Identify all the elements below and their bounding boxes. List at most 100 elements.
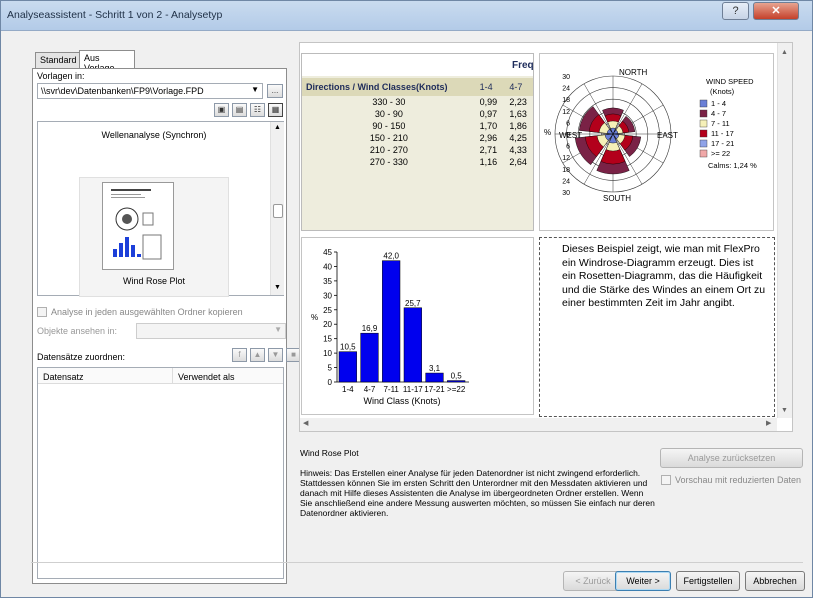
row-direction: 330 - 30 <box>372 97 406 107</box>
south-label: SOUTH <box>603 194 631 203</box>
bar-value-label: 3,1 <box>429 364 441 373</box>
legend-swatch <box>699 129 708 138</box>
chevron-down-icon: ▼ <box>251 85 259 94</box>
row-value-1: 0,99 <box>479 97 498 107</box>
table-row: 330 - 30 0,99 2,23 <box>302 96 533 108</box>
back-button[interactable]: < Zurück <box>563 571 623 591</box>
small-icons-view-icon[interactable]: ▤ <box>232 103 247 117</box>
window-title: Analyseassistent - Schritt 1 von 2 - Ana… <box>7 9 223 21</box>
formula-icon[interactable]: f <box>232 348 247 362</box>
legend-label: 17 - 21 <box>711 139 734 148</box>
row-value-2: 4,33 <box>509 145 527 155</box>
copy-label: Analyse in jeden ausgewählten Ordner kop… <box>51 307 243 317</box>
y-tick-label: 15 <box>323 335 332 344</box>
templates-path-select[interactable]: \\svr\dev\Datenbanken\FP9\Vorlage.FPD ▼ <box>37 83 263 99</box>
tab-aus-vorlage[interactable]: Aus Vorlage <box>79 50 135 73</box>
tab-standard[interactable]: Standard <box>35 52 80 68</box>
next-button[interactable]: Weiter > <box>615 571 671 591</box>
preview-reduced-checkbox[interactable] <box>661 475 671 485</box>
rose-tick-label: 6 <box>566 144 570 151</box>
description-text: Dieses Beispiel zeigt, wie man mit FlexP… <box>562 243 766 309</box>
bar <box>382 260 401 383</box>
column-header-verwendet-als[interactable]: Verwendet als <box>178 372 235 382</box>
scroll-left-icon[interactable]: ◀ <box>303 419 308 427</box>
rose-tick-label: 12 <box>562 155 570 162</box>
finish-button[interactable]: Fertigstellen <box>676 571 740 591</box>
browse-button[interactable]: ... <box>267 84 283 98</box>
description-panel: Dieses Beispiel zeigt, wie man mit FlexP… <box>539 237 775 417</box>
x-tick-label: 17-21 <box>424 385 445 394</box>
y-tick-label: 40 <box>323 262 332 271</box>
legend-label: 11 - 17 <box>711 129 734 138</box>
frequency-table: Directions / Wind Classes(Knots) 1-4 4-7… <box>302 78 533 168</box>
cancel-button[interactable]: Abbrechen <box>745 571 805 591</box>
north-label: NORTH <box>619 68 648 77</box>
rose-tick-label: 12 <box>562 109 570 116</box>
scroll-down-icon[interactable]: ▼ <box>274 284 281 291</box>
x-tick-label: >=22 <box>447 385 466 394</box>
help-button[interactable]: ? <box>722 2 749 20</box>
column-header-datensatz[interactable]: Datensatz <box>43 372 84 382</box>
x-axis-label: Wind Class (Knots) <box>363 396 440 406</box>
bar <box>360 332 379 383</box>
bar <box>338 351 357 383</box>
dataset-table[interactable]: Datensatz Verwendet als <box>37 367 284 579</box>
row-value-1: 1,16 <box>479 157 498 167</box>
row-value-2: 1,63 <box>509 109 527 119</box>
objects-select[interactable]: ▼ <box>136 323 286 339</box>
bar-chart-panel: 0 5 10 15 20 25 30 35 40 45% 10,5 1-4 16,9 4-7 42,0 7-1… <box>301 237 534 415</box>
large-icons-view-icon[interactable]: ▣ <box>214 103 229 117</box>
reset-analysis-button[interactable]: Analyse zurücksetzen <box>660 448 803 468</box>
rose-tick-label: 24 <box>562 178 570 185</box>
scroll-right-icon[interactable]: ▶ <box>766 419 771 427</box>
templates-label: Vorlagen in: <box>37 71 85 81</box>
legend-unit: (Knots) <box>710 87 735 96</box>
close-button[interactable]: ✕ <box>753 2 799 20</box>
list-view-icon[interactable]: ☷ <box>250 103 265 117</box>
legend-title: WIND SPEED <box>706 77 754 86</box>
table-row: 210 - 270 2,71 4,33 <box>302 144 533 156</box>
details-view-icon[interactable]: ▦ <box>268 103 283 117</box>
calms-label: Calms: 1,24 % <box>708 161 757 170</box>
x-tick-label: 4-7 <box>364 385 376 394</box>
scrollbar-thumb[interactable] <box>273 204 283 218</box>
bar <box>403 307 422 383</box>
y-tick-label: 20 <box>323 320 332 329</box>
bar-value-label: 10,5 <box>340 343 356 352</box>
row-value-1: 1,70 <box>479 121 498 131</box>
bar-chart: 0 5 10 15 20 25 30 35 40 45% 10,5 1-4 16,9 4-7 42,0 7-1… <box>311 248 469 406</box>
y-tick-label: 45 <box>323 248 332 257</box>
chevron-down-icon: ▼ <box>274 325 282 334</box>
template-list[interactable]: Wellenanalyse (Synchron) Wind Rose Plot … <box>37 121 284 297</box>
bar-value-label: 0,5 <box>451 372 463 381</box>
east-label: EAST <box>657 131 678 140</box>
row-value-1: 2,96 <box>479 133 498 143</box>
preview-horizontal-scrollbar[interactable]: ◀ ▶ <box>300 418 777 431</box>
row-value-2: 1,86 <box>509 121 527 131</box>
table-row: 30 - 90 0,97 1,63 <box>302 108 533 120</box>
frequency-col-1-4: 1-4 <box>475 78 506 96</box>
move-up-icon[interactable]: ▲ <box>250 348 265 362</box>
y-tick-label: 30 <box>323 291 332 300</box>
scroll-down-icon[interactable]: ▼ <box>781 407 788 414</box>
table-row: 90 - 150 1,70 1,86 <box>302 120 533 132</box>
preview-vertical-scrollbar[interactable]: ▲ ▼ <box>777 43 792 418</box>
copy-checkbox[interactable] <box>37 307 47 317</box>
y-tick-label: 25 <box>323 306 332 315</box>
template-item-wellenanalyse[interactable]: Wellenanalyse (Synchron) <box>38 130 270 140</box>
x-tick-label: 11-17 <box>403 385 423 394</box>
scroll-up-icon[interactable]: ▲ <box>781 49 788 56</box>
move-down-icon[interactable]: ▼ <box>268 348 283 362</box>
row-direction: 30 - 90 <box>374 109 403 119</box>
legend-swatch <box>699 109 708 118</box>
scroll-up-icon[interactable]: ▲ <box>274 124 281 131</box>
templates-path-value: \\svr\dev\Datenbanken\FP9\Vorlage.FPD <box>41 86 204 96</box>
title-bar: Analyseassistent - Schritt 1 von 2 - Ana… <box>1 1 812 31</box>
row-direction: 90 - 150 <box>372 121 406 131</box>
frequency-table-panel: Frequ Directions / Wind Classes(Knots) 1… <box>301 53 534 231</box>
row-value-1: 0,97 <box>479 109 498 119</box>
legend-label: >= 22 <box>711 149 730 158</box>
legend-swatch <box>699 119 708 128</box>
template-list-scrollbar[interactable]: ▲ ▼ <box>270 122 284 295</box>
x-tick-label: 1-4 <box>342 385 354 394</box>
